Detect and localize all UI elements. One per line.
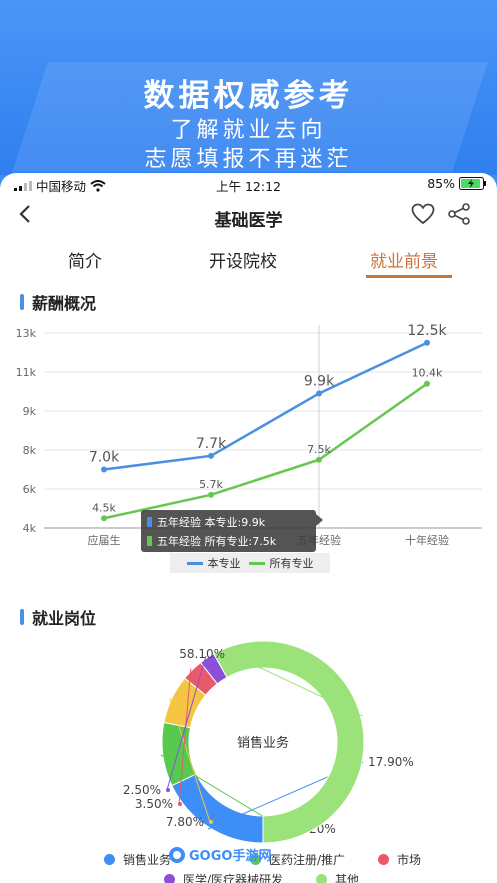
y-tick-label: 13k — [16, 327, 37, 340]
data-label: 5.7k — [199, 478, 223, 491]
legend-dot — [316, 874, 327, 883]
pie-legend-label: 医药注册/推广 — [269, 853, 346, 867]
employment-section-title: 就业岗位 — [20, 605, 96, 629]
data-label: 7.0k — [89, 450, 120, 466]
tooltip-row-major: 五年经验 本专业:9.9k — [157, 516, 266, 529]
legend-item-all[interactable]: 所有专业 — [248, 555, 314, 571]
tooltip-swatch-major — [147, 517, 152, 527]
pie-label-dot — [230, 652, 234, 656]
pie-label-dot — [209, 820, 213, 824]
pie-slice-label: 3.50% — [135, 797, 173, 811]
chart-legend: 本专业 所有专业 — [170, 553, 330, 573]
data-point — [208, 491, 214, 498]
clock: 上午 12:12 — [216, 179, 281, 194]
pie-slice-label: 58.10% — [179, 647, 225, 661]
pie-slice-label: 7.80% — [166, 815, 204, 829]
active-tab-indicator — [366, 275, 452, 278]
watermark-logo: GOGO手游网 — [168, 845, 271, 864]
data-label: 7.5k — [307, 443, 331, 456]
pie-legend-label: 销售业务 — [123, 853, 172, 867]
data-point — [424, 339, 430, 346]
pie-legend-label: 医学/医疗器械研发 — [183, 873, 284, 883]
y-tick-label: 6k — [23, 483, 37, 496]
tooltip-row-all: 五年经验 所有专业:7.5k — [157, 535, 277, 548]
data-point — [316, 456, 322, 463]
data-label: 12.5k — [407, 323, 447, 339]
data-point — [101, 515, 107, 522]
legend-dot — [104, 854, 115, 865]
data-point — [424, 380, 430, 387]
data-point — [316, 390, 322, 397]
salary-section-title: 薪酬概况 — [20, 290, 96, 314]
employment-donut-chart: 17.90%10.20%7.80%3.50%2.50%58.10%销售业务 — [123, 640, 414, 843]
data-label: 10.4k — [412, 367, 443, 380]
pie-legend-item[interactable]: 销售业务 — [104, 851, 171, 868]
series-line-all — [103, 382, 428, 520]
legend-label-major: 本专业 — [207, 557, 241, 570]
status-bar: 中国移动 上午 12:12 85% — [0, 173, 497, 195]
tooltip-arrow — [316, 514, 323, 526]
y-tick-label: 4k — [23, 522, 37, 535]
tab-bar: 简介 开设院校 就业前景 — [0, 243, 497, 279]
pie-legend-item[interactable]: 医学/医疗器械研发 — [164, 871, 283, 883]
promo-line-2: 志愿填报不再迷茫 — [144, 147, 353, 172]
y-tick-label: 9k — [23, 405, 37, 418]
legend-label-all: 所有专业 — [269, 557, 314, 570]
donut-center-label: 销售业务 — [237, 735, 289, 751]
legend-line-blue — [186, 561, 203, 565]
x-tick-label: 十年经验 — [405, 533, 449, 547]
pie-legend-label: 市场 — [397, 853, 422, 867]
y-tick-label: 8k — [23, 444, 37, 457]
watermark-text: GOGO手游网 — [189, 849, 272, 864]
section-marker — [20, 294, 24, 310]
pie-slice — [161, 721, 197, 787]
tab-employment[interactable]: 就业前景 — [370, 247, 438, 272]
pie-slice-label: 17.90% — [368, 755, 414, 769]
employment-section-label: 就业岗位 — [32, 609, 97, 628]
pie-slice-label: 2.50% — [123, 783, 161, 797]
phone-screen: 中国移动 上午 12:12 85% 基础医学 简介 开设院校 就业前景 薪酬概况… — [0, 173, 497, 883]
pie-legend-label: 其他 — [335, 873, 360, 883]
battery-percent: 85% — [427, 176, 455, 191]
promo-line-1: 了解就业去向 — [170, 118, 327, 143]
data-label: 9.9k — [304, 373, 335, 389]
tooltip-swatch-all — [147, 536, 152, 546]
promo-banner: 数据权威参考 了解就业去向 志愿填报不再迷茫 — [0, 0, 497, 175]
pie-legend-item[interactable]: 市场 — [378, 851, 421, 868]
tab-schools[interactable]: 开设院校 — [209, 247, 277, 272]
chart-tooltip: 五年经验 本专业:9.9k 五年经验 所有专业:7.5k — [141, 510, 323, 552]
legend-item-major[interactable]: 本专业 — [186, 555, 241, 571]
nav-bar: 基础医学 — [0, 197, 497, 237]
promo-headline: 数据权威参考 — [143, 78, 354, 114]
data-point — [208, 452, 214, 459]
legend-dot — [164, 874, 175, 883]
pie-label-dot — [166, 788, 170, 792]
data-label: 7.7k — [196, 436, 227, 452]
favorite-heart-icon[interactable] — [411, 203, 435, 225]
battery-icon — [459, 177, 486, 190]
data-label: 4.5k — [92, 501, 116, 514]
gogo-logo-icon — [169, 846, 185, 863]
salary-section-label: 薪酬概况 — [32, 294, 97, 313]
legend-dot — [378, 854, 389, 865]
legend-line-green — [248, 561, 265, 565]
section-marker — [20, 609, 24, 625]
pie-label-dot — [178, 802, 182, 806]
x-tick-label: 应届生 — [88, 533, 121, 547]
share-icon[interactable] — [447, 203, 471, 225]
tab-intro[interactable]: 简介 — [68, 247, 102, 272]
pie-legend-item[interactable]: 其他 — [316, 871, 359, 883]
data-point — [101, 466, 107, 473]
y-tick-label: 11k — [16, 366, 37, 379]
